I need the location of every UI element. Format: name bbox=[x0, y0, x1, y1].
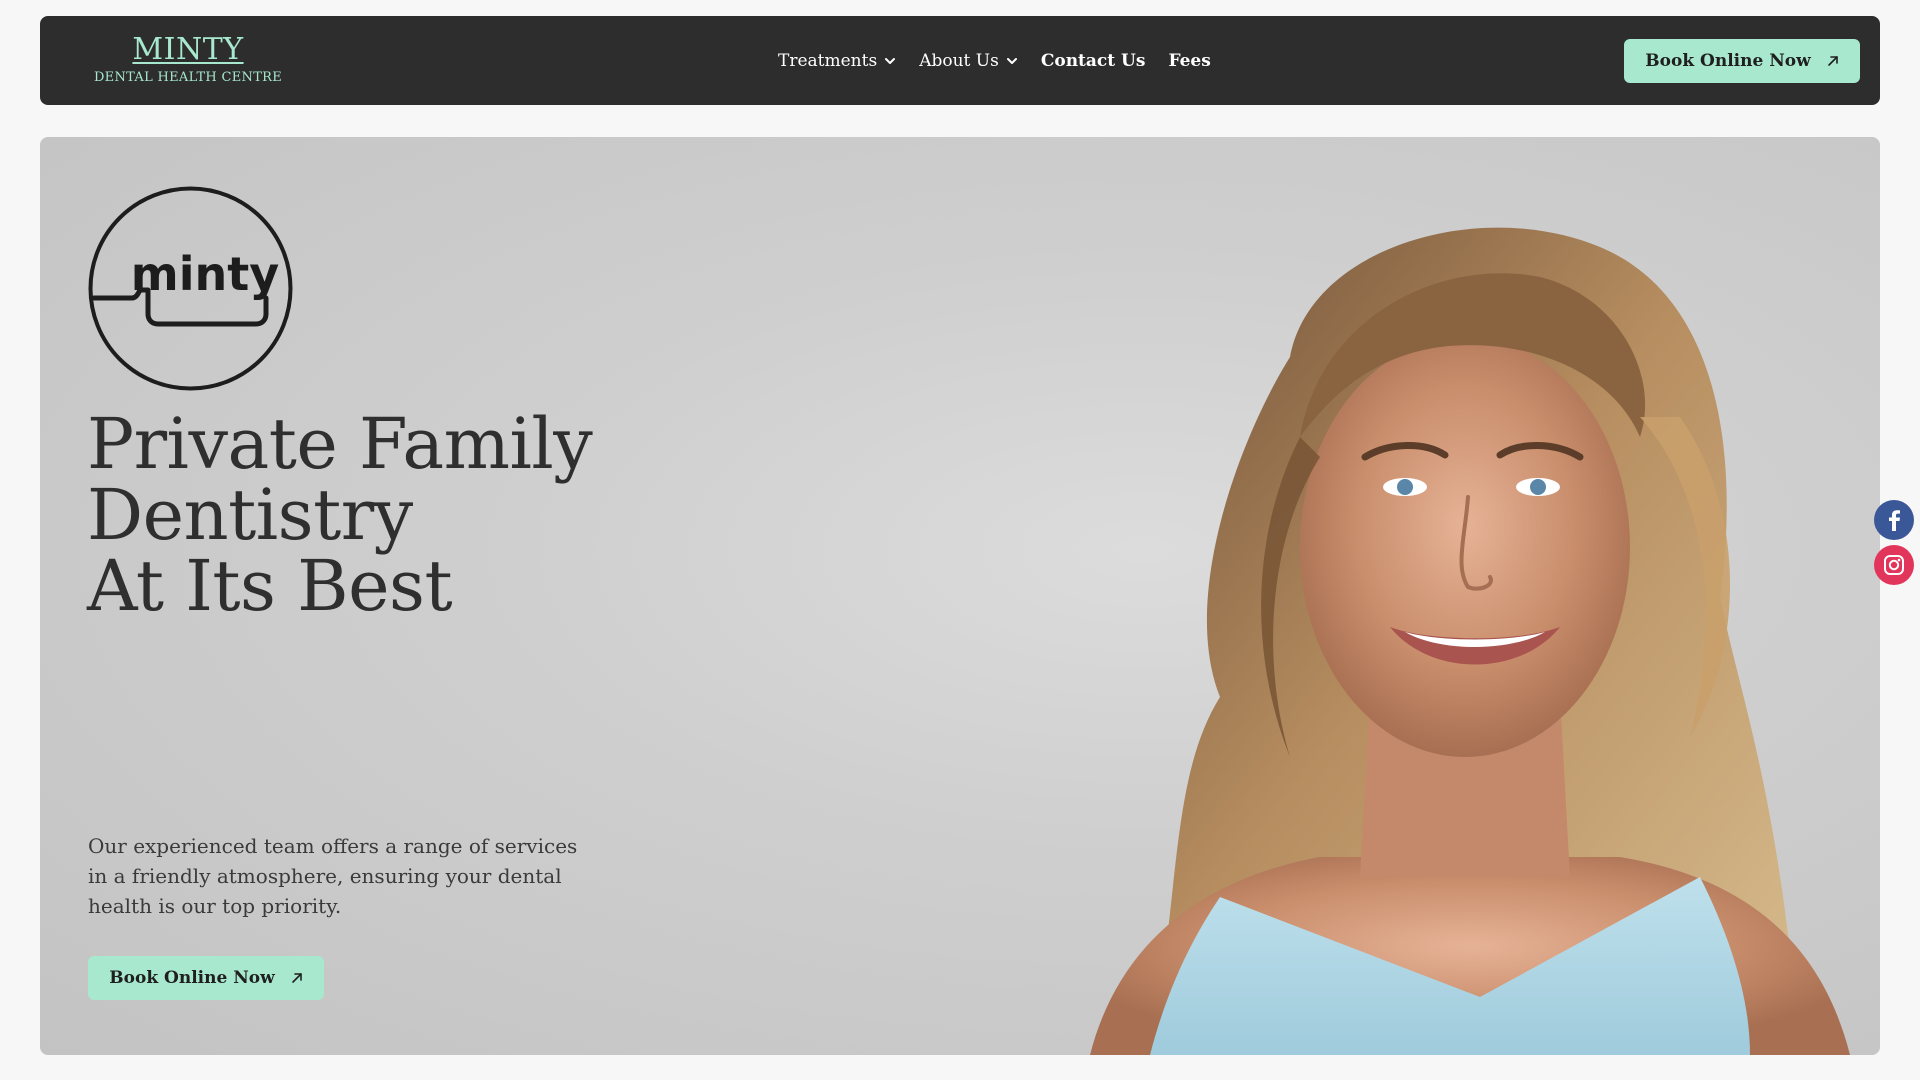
hero-title-line: At Its Best bbox=[87, 545, 453, 627]
hero-photo bbox=[1090, 227, 1850, 1055]
arrow-up-right-icon bbox=[291, 973, 302, 983]
hero-title-line: Private Family bbox=[87, 403, 593, 485]
book-online-button[interactable]: Book Online Now bbox=[1624, 39, 1860, 83]
minty-circle-logo: minty bbox=[88, 186, 293, 391]
main-nav: Treatments About Us Contact Us Fees bbox=[778, 16, 1211, 105]
instagram-link[interactable] bbox=[1874, 545, 1914, 585]
site-header: MINTY DENTAL HEALTH CENTRE Treatments Ab… bbox=[40, 16, 1880, 105]
chevron-down-icon bbox=[1006, 57, 1017, 64]
nav-label: Treatments bbox=[778, 50, 878, 71]
hero-title-line: Dentistry bbox=[87, 474, 413, 556]
hero-section: minty Private Family Dentistry At Its Be… bbox=[40, 137, 1880, 1055]
instagram-icon bbox=[1884, 555, 1904, 575]
hero-title: Private Family Dentistry At Its Best bbox=[87, 403, 593, 627]
hero-description: Our experienced team offers a range of s… bbox=[88, 834, 578, 918]
book-online-label: Book Online Now bbox=[1645, 51, 1811, 71]
hero-book-online-button[interactable]: Book Online Now bbox=[88, 956, 324, 1000]
logo-text: minty bbox=[131, 247, 279, 301]
brand-subtitle: DENTAL HEALTH CENTRE bbox=[93, 70, 283, 85]
nav-item-treatments[interactable]: Treatments bbox=[778, 51, 896, 71]
nav-item-about-us[interactable]: About Us bbox=[919, 51, 1018, 71]
facebook-icon bbox=[1889, 510, 1900, 531]
book-online-label: Book Online Now bbox=[109, 968, 275, 988]
brand-logo[interactable]: MINTY DENTAL HEALTH CENTRE bbox=[88, 32, 288, 85]
brand-name[interactable]: MINTY bbox=[88, 32, 288, 68]
nav-item-fees[interactable]: Fees bbox=[1168, 51, 1210, 71]
chevron-down-icon bbox=[885, 57, 896, 64]
nav-label: About Us bbox=[919, 50, 999, 71]
nav-item-contact-us[interactable]: Contact Us bbox=[1041, 51, 1146, 71]
arrow-up-right-icon bbox=[1827, 56, 1838, 66]
nav-label: Fees bbox=[1168, 50, 1211, 71]
nav-label: Contact Us bbox=[1040, 50, 1146, 71]
facebook-link[interactable] bbox=[1874, 500, 1914, 540]
